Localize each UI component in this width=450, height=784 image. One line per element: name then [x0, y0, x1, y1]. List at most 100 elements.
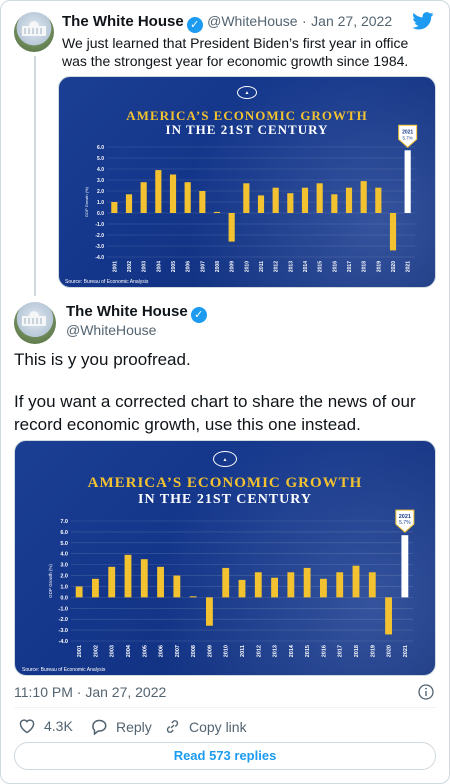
bar-2011: [257, 195, 265, 213]
bar-2020: [385, 597, 392, 635]
reply-label: Reply: [116, 718, 152, 735]
bar-2019: [375, 187, 382, 213]
chart-source: Source: Bureau of Economic Analysis: [65, 279, 149, 285]
y-tick-label: -4.0: [59, 639, 68, 645]
bar-2009: [206, 597, 213, 626]
y-tick-label: 7.0: [60, 519, 68, 525]
tweet-text: We just learned that President Biden’s f…: [62, 35, 409, 69]
x-tick-label: 2013: [288, 261, 294, 272]
bar-2020: [389, 213, 397, 251]
x-tick-label: 2012: [274, 261, 280, 272]
x-tick-label: 2014: [289, 644, 295, 657]
x-tick-label: 2019: [370, 645, 376, 657]
bar-2019: [368, 572, 376, 598]
bar-2011: [238, 579, 246, 598]
bar-2006: [184, 182, 191, 213]
x-tick-label: 2016: [332, 261, 338, 272]
author-name[interactable]: The White House: [62, 13, 184, 30]
chart-image-1[interactable]: ▲ America’s Economic Growth In the 21st …: [58, 76, 436, 288]
author-handle[interactable]: @WhiteHouse: [66, 322, 156, 338]
x-tick-label: 2016: [321, 645, 327, 657]
y-tick-label: 1.0: [97, 200, 104, 206]
chart-source: Source: Bureau of Economic Analysis: [22, 667, 106, 673]
bar-2014: [301, 187, 309, 213]
callout-value: 5.7%: [403, 135, 413, 140]
y-tick-label: 1.0: [60, 584, 68, 590]
x-tick-label: 2004: [126, 644, 132, 657]
chart-plot-1: 6.0 5.0 4.0 3.0 2.0 1.0 0.0 -1.0 -2.0 -3.0 -4.0 GDP…: [84, 124, 418, 272]
bar-2010: [222, 567, 230, 598]
reply-button[interactable]: Reply: [90, 718, 152, 735]
x-tick-label: 2001: [77, 645, 83, 657]
x-tick-label: 2001: [112, 261, 118, 272]
x-tick-label: 2021: [403, 645, 409, 657]
copy-link-label: Copy link: [189, 718, 247, 735]
x-tick-label: 2017: [338, 645, 344, 657]
x-tick-label: 2018: [354, 645, 360, 657]
bar-2021: [401, 535, 409, 598]
avatar[interactable]: [14, 302, 56, 344]
y-tick-label: -3.0: [95, 244, 104, 250]
bar-2013: [287, 193, 294, 213]
y-tick-label: 2.0: [60, 574, 68, 580]
bar-2003: [108, 566, 116, 598]
bar-2015: [303, 567, 311, 598]
read-replies-button[interactable]: Read 573 replies: [14, 742, 436, 770]
tweet-timestamp[interactable]: 11:10 PM · Jan 27, 2022: [14, 684, 166, 700]
bar-2005: [140, 559, 148, 598]
bar-2010: [243, 183, 250, 213]
x-tick-label: 2019: [376, 261, 382, 272]
y-axis-label: GDP Growth (%): [84, 186, 89, 217]
y-tick-label: 5.0: [97, 156, 104, 162]
bar-2002: [125, 194, 133, 213]
bar-2002: [92, 578, 99, 598]
author-name[interactable]: The White House: [66, 303, 188, 320]
x-tick-label: 2018: [362, 261, 368, 272]
x-tick-label: 2004: [156, 261, 162, 272]
copy-link-button[interactable]: Copy link: [164, 718, 247, 735]
verified-badge-icon: ✓: [190, 307, 207, 323]
link-icon: [166, 720, 179, 733]
thread-line: [34, 56, 36, 296]
like-count: 4.3K: [44, 718, 73, 734]
bar-2005: [169, 174, 177, 213]
y-tick-label: 0.0: [60, 595, 68, 601]
x-tick-label: 2010: [224, 645, 230, 657]
chart-plot-2: 7.0 6.0 5.0 4.0 3.0 2.0 1.0 0.0 -1.0 -2.0 -3.0 -4.0…: [48, 509, 415, 657]
heart-icon: [19, 719, 35, 734]
avatar[interactable]: [14, 12, 54, 52]
bar-2015: [316, 183, 323, 213]
x-tick-label: 2008: [191, 645, 197, 657]
y-tick-label: 4.0: [97, 167, 104, 173]
tweet-text-line2: If you want a corrected chart to share t…: [14, 392, 416, 434]
x-tick-label: 2008: [215, 261, 221, 272]
x-tick-label: 2014: [303, 261, 309, 272]
x-tick-label: 2011: [259, 261, 265, 272]
y-tick-label: -3.0: [59, 628, 68, 634]
y-tick-label: 6.0: [60, 530, 68, 536]
tweet-date[interactable]: Jan 27, 2022: [311, 13, 392, 29]
x-tick-label: 2006: [186, 261, 192, 272]
bar-2017: [345, 187, 353, 213]
x-tick-label: 2002: [127, 261, 133, 272]
y-tick-label: 6.0: [97, 145, 104, 151]
callout-value: 5.7%: [399, 520, 411, 526]
bar-2012: [272, 187, 279, 213]
y-tick-label: -4.0: [95, 255, 104, 261]
x-tick-label: 2002: [93, 645, 99, 657]
info-icon[interactable]: [418, 684, 434, 700]
bar-2018: [360, 181, 367, 213]
bar-2018: [352, 565, 360, 598]
y-tick-label: 3.0: [97, 178, 104, 184]
author-handle[interactable]: @WhiteHouse: [207, 13, 297, 29]
x-tick-label: 2006: [159, 645, 165, 657]
bar-2013: [271, 577, 278, 598]
like-button[interactable]: 4.3K: [18, 718, 73, 734]
x-tick-label: 2009: [230, 261, 236, 272]
y-tick-label: 0.0: [97, 211, 104, 217]
x-tick-label: 2003: [142, 261, 148, 272]
bar-2016: [331, 194, 338, 213]
x-tick-label: 2007: [200, 261, 206, 272]
chart-image-2[interactable]: ▲ America’s Economic Growth In the 21st …: [14, 440, 436, 676]
bar-2004: [124, 554, 132, 598]
